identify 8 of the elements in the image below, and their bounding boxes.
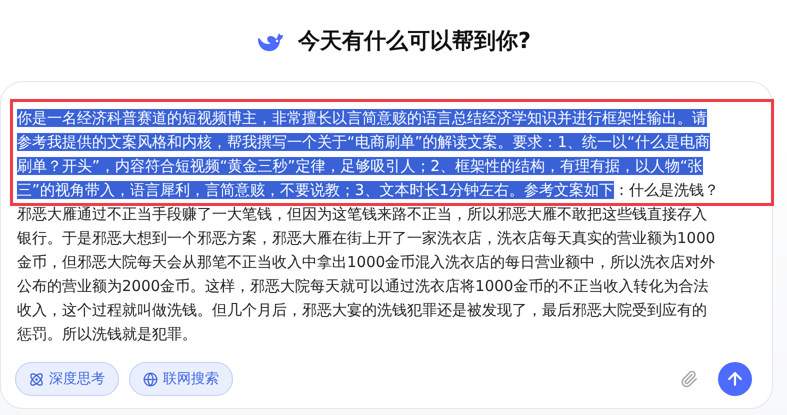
atom-icon bbox=[29, 372, 44, 386]
toggle-button[interactable]: 深度思考 bbox=[15, 362, 119, 396]
message-field[interactable]: 你是一名经济科普赛道的短视频博主，非常擅长以言简意赅的语言总结经济学知识并进行框架性输出。请 参考我提供的文案风格和内核，帮我撰写一个关于“电商刷单”的解读文案。要求：1、统一以“什么是电商 刷单？开头”，内容符合短视频“黄金三秒”定律，足够吸引人；2、框架性的结构，有理有据，以人物“张 三”的视角带入，语言犀利，言简意赅，不要说教；3、文本时长1分钟左右。参考文案如下：什么是洗钱？ 邪恶大雁通过不正当手段赚了一大笔钱，但因为这笔钱来路不正当，所以邪恶大雁不敢把这些钱直接存入 银行。于是邪恶大想到一个邪恶方案，邪恶大雁在街上开了一家洗衣店，洗衣店每天真实的营业额为1000 金币，但邪恶大院每天会从那笔不正当收入中拿出1000金币混入洗衣店的每日营业额中，所以洗衣店对外 公布的营业额为2000金币。这样，邪恶大院每天就可以通过洗衣店将1000金币的不正当收入转化为合法 收入，这个过程就叫做洗钱。但几个月后，邪恶大宴的洗钱犯罪还是被发现了，最后邪恶大院受到应有的 惩罚。所以洗钱就是犯罪。 bbox=[15, 106, 763, 346]
globe-icon bbox=[143, 372, 158, 386]
paperclip-icon[interactable] bbox=[680, 370, 698, 388]
send-button[interactable] bbox=[718, 362, 752, 396]
toggle-button[interactable]: 联网搜索 bbox=[129, 362, 233, 396]
page-heading: 今天有什么可以帮到你? bbox=[298, 28, 531, 56]
